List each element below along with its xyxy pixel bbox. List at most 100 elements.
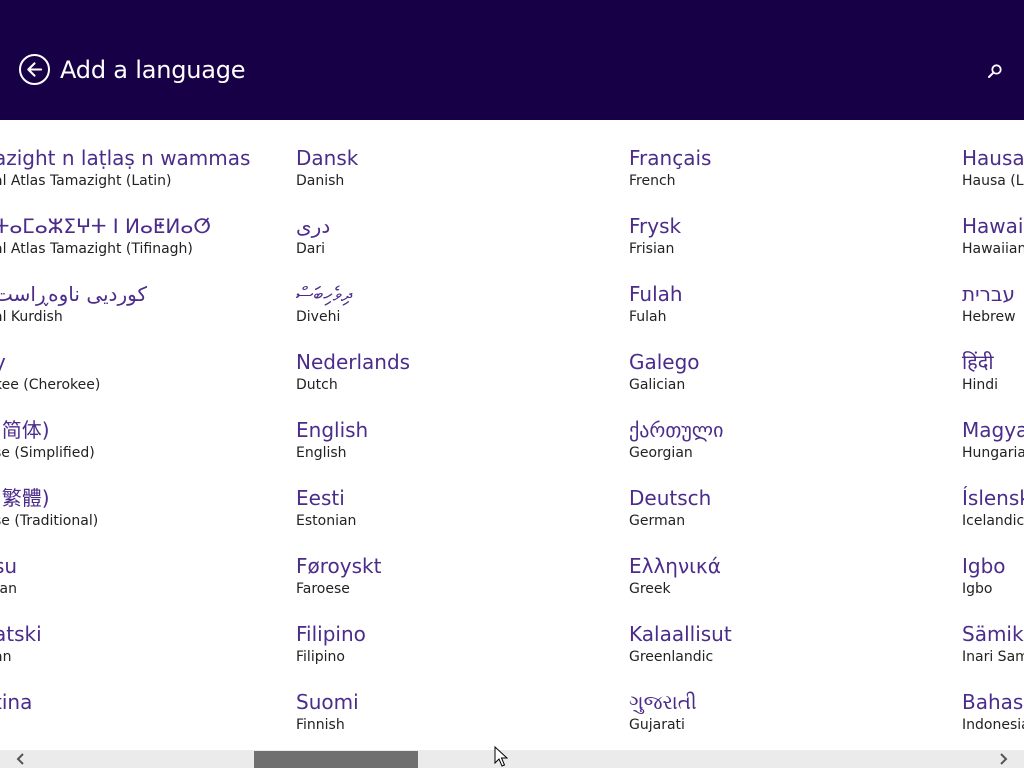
language-item[interactable]: Igbo Igbo	[962, 553, 1024, 621]
language-item[interactable]: Eesti Estonian	[296, 485, 616, 553]
page-title: Add a language	[60, 56, 246, 84]
language-item[interactable]: y kee (Cherokee)	[0, 349, 314, 417]
language-item[interactable]: كوردیی ناوەڕاست al Kurdish	[0, 281, 314, 349]
language-native-name: Hawai'	[962, 214, 1024, 238]
mouse-cursor-icon	[494, 746, 508, 767]
language-english-name: Greek	[629, 581, 671, 597]
language-english-name: Finnish	[296, 717, 345, 733]
language-item[interactable]: ગુજરાતી Gujarati	[629, 689, 949, 750]
language-native-name: su	[0, 554, 18, 578]
language-item[interactable]: Fulah Fulah	[629, 281, 949, 349]
language-item[interactable]: Français French	[629, 145, 949, 213]
language-native-name: Magya	[962, 418, 1024, 442]
search-button[interactable]	[984, 60, 1006, 82]
language-item[interactable]: Bahasa Indonesian	[962, 689, 1024, 750]
language-native-name: Ελληνικά	[629, 554, 721, 578]
language-english-name: tan	[0, 581, 17, 597]
language-item[interactable]: azight n laṭlaṣ n wammas al Atlas Tamazig…	[0, 145, 314, 213]
scroll-thumb[interactable]	[254, 751, 418, 768]
language-english-name: Hawaiian	[962, 241, 1024, 257]
language-native-name: हिंदी	[962, 350, 994, 374]
language-item[interactable]: Filipino Filipino	[296, 621, 616, 689]
language-native-name: Suomi	[296, 690, 359, 714]
language-native-name: Íslensk	[962, 486, 1024, 510]
language-native-name: ქართული	[629, 418, 724, 442]
language-english-name: al Atlas Tamazight (Latin)	[0, 173, 172, 189]
language-item[interactable]: Íslensk Icelandic	[962, 485, 1024, 553]
language-item[interactable]: ⵜⴰⵎⴰⵣⵉⵖⵜ ⵏ ⵍⴰⵟⵍⴰⵚ al Atlas Tamazight (Tif…	[0, 213, 314, 281]
language-english-name: Hungarian	[962, 445, 1024, 461]
language-item[interactable]: עברית Hebrew	[962, 281, 1024, 349]
language-column: Français French Frysk Frisian Fulah Fulah Gale…	[629, 145, 949, 750]
language-native-name: tina	[0, 690, 33, 714]
language-item[interactable]: Sämikie Inari Sami	[962, 621, 1024, 689]
language-item[interactable]: Hawai' Hawaiian	[962, 213, 1024, 281]
back-button[interactable]	[19, 54, 50, 85]
language-english-name: se (Traditional)	[0, 513, 99, 529]
language-item[interactable]: Dansk Danish	[296, 145, 616, 213]
language-item[interactable]: Galego Galician	[629, 349, 949, 417]
language-native-name: كوردیی ناوەڕاست	[0, 282, 147, 306]
language-item[interactable]: Magya Hungarian	[962, 417, 1024, 485]
search-icon	[988, 64, 1002, 78]
language-native-name: Igbo	[962, 554, 1006, 578]
language-item[interactable]: Hausa Hausa (La	[962, 145, 1024, 213]
language-native-name: atski	[0, 622, 42, 646]
language-english-name: Dari	[296, 241, 326, 257]
horizontal-scrollbar[interactable]	[0, 750, 1024, 768]
language-native-name: Bahasa	[962, 690, 1024, 714]
language-english-name: Gujarati	[629, 717, 685, 733]
language-item[interactable]: atski an	[0, 621, 314, 689]
language-item[interactable]: Ελληνικά Greek	[629, 553, 949, 621]
language-item[interactable]: su tan	[0, 553, 314, 621]
language-native-name: Føroyskt	[296, 554, 382, 578]
language-column: Hausa Hausa (La Hawai' Hawaiian עברית Hebrew ह…	[962, 145, 1024, 750]
language-item[interactable]: Kalaallisut Greenlandic	[629, 621, 949, 689]
language-native-name: Deutsch	[629, 486, 712, 510]
language-native-name: Nederlands	[296, 350, 411, 374]
language-native-name: ⵜⴰⵎⴰⵣⵉⵖⵜ ⵏ ⵍⴰⵟⵍⴰⵚ	[0, 214, 212, 238]
language-english-name	[0, 715, 314, 735]
language-english-name: al Atlas Tamazight (Tifinagh)	[0, 241, 193, 257]
chevron-right-icon	[1000, 753, 1008, 765]
language-grid: azight n laṭlaṣ n wammas al Atlas Tamazig…	[0, 120, 1024, 750]
language-native-name: Sämikie	[962, 622, 1024, 646]
language-native-name: y	[0, 349, 314, 375]
language-native-name: Dansk	[296, 146, 359, 170]
language-item[interactable]: tina	[0, 689, 314, 750]
language-native-name: Hausa	[962, 146, 1024, 170]
language-english-name: Frisian	[629, 241, 675, 257]
language-english-name: Filipino	[296, 649, 345, 665]
language-native-name: Kalaallisut	[629, 622, 732, 646]
language-item[interactable]: Deutsch German	[629, 485, 949, 553]
language-item[interactable]: ދިވެހިބަސް Divehi	[296, 281, 616, 349]
language-item[interactable]: Nederlands Dutch	[296, 349, 616, 417]
language-item[interactable]: Føroyskt Faroese	[296, 553, 616, 621]
language-english-name: Icelandic	[962, 513, 1024, 529]
language-column: Dansk Danish درى Dari ދިވެހިބަސް Divehi Nederl…	[296, 145, 616, 750]
language-english-name: Estonian	[296, 513, 357, 529]
language-english-name: al Kurdish	[0, 309, 63, 325]
language-english-name: Inari Sami	[962, 649, 1024, 665]
language-english-name: Danish	[296, 173, 345, 189]
language-item[interactable]: हिंदी Hindi	[962, 349, 1024, 417]
language-native-name: درى	[296, 214, 331, 238]
language-item[interactable]: درى Dari	[296, 213, 616, 281]
language-english-name: Georgian	[629, 445, 693, 461]
language-item[interactable]: Suomi Finnish	[296, 689, 616, 750]
language-item[interactable]: English English	[296, 417, 616, 485]
language-column: azight n laṭlaṣ n wammas al Atlas Tamazig…	[0, 145, 314, 750]
language-english-name: Divehi	[296, 309, 341, 325]
language-english-name: Dutch	[296, 377, 338, 393]
language-item[interactable]: (简体) se (Simplified)	[0, 417, 314, 485]
chevron-left-icon	[16, 753, 24, 765]
language-native-name: Filipino	[296, 622, 366, 646]
language-item[interactable]: (繁體) se (Traditional)	[0, 485, 314, 553]
scroll-left-button[interactable]	[6, 750, 36, 768]
language-native-name: English	[296, 418, 369, 442]
language-item[interactable]: Frysk Frisian	[629, 213, 949, 281]
language-native-name: azight n laṭlaṣ n wammas	[0, 146, 251, 170]
language-item[interactable]: ქართული Georgian	[629, 417, 949, 485]
language-native-name: עברית	[962, 282, 1015, 306]
scroll-right-button[interactable]	[988, 750, 1018, 768]
